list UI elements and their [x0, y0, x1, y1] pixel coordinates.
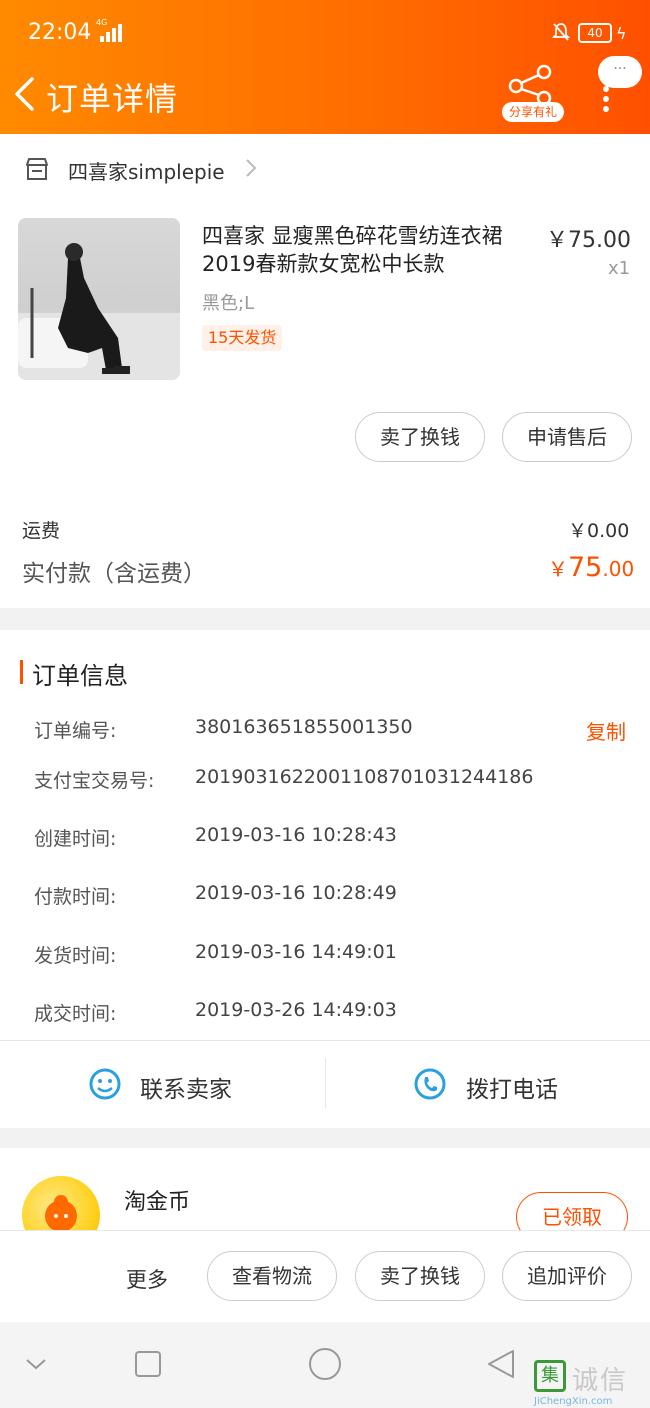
order-number-label: 订单编号: [34, 720, 117, 742]
watermark-logo: 集 [534, 1360, 566, 1392]
total-decimal: .00 [602, 557, 635, 581]
after-sales-button[interactable]: 申请售后 [502, 412, 632, 462]
watermark-text: 诚信 [572, 1366, 629, 1396]
page-title: 订单详情 [46, 80, 179, 118]
paid-time-label: 付款时间: [34, 886, 117, 908]
shipped-time-value: 2019-03-16 14:49:01 [195, 941, 397, 963]
store-icon [26, 158, 48, 180]
alipay-number-label: 支付宝交易号: [34, 770, 155, 792]
product-photo [18, 243, 180, 380]
alipay-number-value: 2019031622001108701031244186 [195, 766, 534, 788]
signal-icon [96, 24, 122, 42]
battery-icon: 40 [578, 23, 612, 43]
charging-icon: ϟ [616, 24, 627, 43]
status-bar: 22:04 4G 40 ϟ [0, 0, 650, 66]
shipping-fee-value: ￥0.00 [568, 520, 630, 542]
total-paid-label: 实付款（含运费） [22, 561, 206, 587]
share-icon [508, 64, 552, 106]
completed-time-label: 成交时间: [34, 1003, 117, 1025]
chat-smile-icon [89, 1068, 121, 1100]
watermark-url: JiChengXin.com [534, 1396, 613, 1407]
product-sku: 黑色;L [202, 293, 255, 314]
sell-for-cash-button[interactable]: 卖了换钱 [355, 412, 485, 462]
nav-collapse-icon[interactable] [24, 1356, 48, 1372]
add-review-button[interactable]: 追加评价 [502, 1251, 632, 1301]
section-accent-bar [20, 660, 23, 684]
phone-icon [414, 1068, 446, 1100]
view-logistics-button[interactable]: 查看物流 [207, 1251, 337, 1301]
nav-recents-icon[interactable] [134, 1350, 162, 1378]
shipping-fee-label: 运费 [22, 520, 61, 542]
product-image[interactable] [18, 218, 180, 380]
created-time-label: 创建时间: [34, 828, 117, 850]
shop-name[interactable]: 四喜家simplepie [68, 156, 225, 185]
chevron-right-icon [246, 159, 257, 177]
shipped-time-label: 发货时间: [34, 945, 117, 967]
order-number-value: 380163651855001350 [195, 716, 413, 738]
coins-title: 淘金币 [124, 1190, 191, 1215]
message-icon[interactable]: ··· [598, 56, 642, 88]
mute-bell-icon [552, 23, 570, 41]
shipping-tag: 15天发货 [202, 325, 283, 351]
completed-time-value: 2019-03-26 14:49:03 [195, 999, 397, 1021]
back-icon[interactable] [12, 76, 40, 112]
nav-home-icon[interactable] [308, 1347, 342, 1381]
status-time: 22:04 [28, 20, 92, 45]
share-button[interactable]: 分享有礼 [500, 62, 566, 124]
contact-seller-label[interactable]: 联系卖家 [140, 1070, 232, 1104]
sell-for-cash-bottom-button[interactable]: 卖了换钱 [355, 1251, 485, 1301]
share-label: 分享有礼 [502, 102, 564, 122]
site-watermark: 集 诚信 JiChengXin.com [534, 1360, 644, 1407]
total-paid-value: ￥75.00 [548, 552, 634, 583]
call-phone-label[interactable]: 拨打电话 [466, 1070, 558, 1104]
total-integer: 75 [568, 552, 603, 583]
more-label[interactable]: 更多 [126, 1264, 168, 1294]
product-title[interactable]: 四喜家 显瘦黑色碎花雪纺连衣裙2019春新款女宽松中长款 [202, 222, 532, 278]
product-price: ￥75.00 [546, 228, 631, 253]
app-header: 22:04 4G 40 ϟ 订单详情 分享有礼 ··· [0, 0, 650, 134]
product-quantity: x1 [608, 258, 631, 279]
copy-button[interactable]: 复制 [586, 716, 626, 745]
created-time-value: 2019-03-16 10:28:43 [195, 824, 397, 846]
currency-symbol: ￥ [548, 557, 568, 581]
paid-time-value: 2019-03-16 10:28:49 [195, 882, 397, 904]
more-menu-icon[interactable] [602, 86, 610, 112]
order-info-title: 订单信息 [32, 662, 128, 690]
nav-back-icon[interactable] [486, 1348, 516, 1380]
